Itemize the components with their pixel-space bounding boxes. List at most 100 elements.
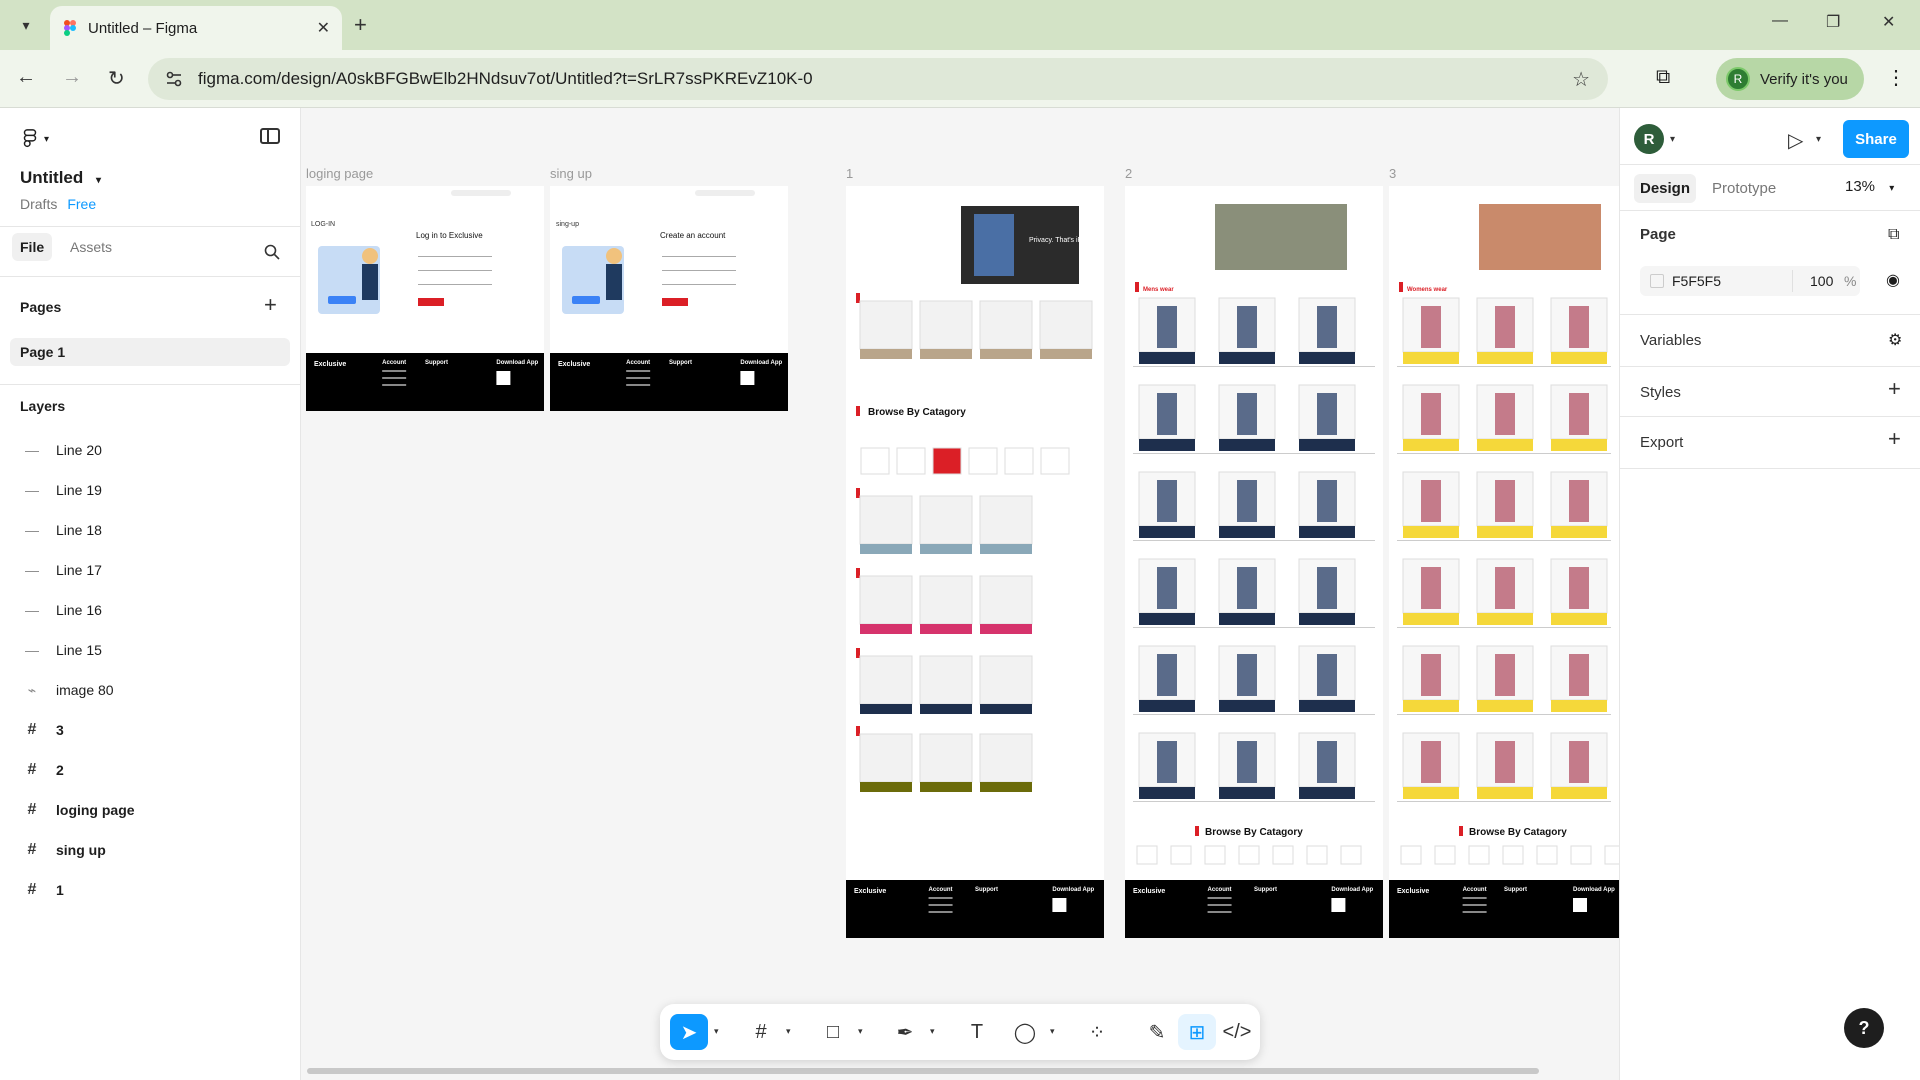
visibility-eye-icon[interactable]: ◉ [1886,270,1900,290]
product-label-bar [1139,700,1195,712]
product-label-bar [1219,613,1275,625]
add-export-icon[interactable]: + [1888,426,1901,452]
help-button[interactable]: ? [1844,1008,1884,1048]
footer-support: Support [975,887,998,893]
add-style-icon[interactable]: + [1888,376,1901,402]
product-label-bar [1219,700,1275,712]
chevron-down-icon[interactable]: ▾ [930,1026,935,1037]
user-avatar[interactable]: R [1634,124,1664,154]
text-tool-icon[interactable]: T [958,1014,996,1050]
layer-item[interactable]: — Line 18 [20,518,280,542]
new-tab-icon[interactable]: + [354,12,367,38]
product-label-bar [980,624,1032,634]
layer-item[interactable]: — Line 20 [20,438,280,462]
color-swatch[interactable] [1650,274,1664,288]
horizontal-scrollbar[interactable] [307,1068,1539,1074]
layer-item[interactable]: — Line 19 [20,478,280,502]
layer-item[interactable]: # loging page [20,798,280,822]
tab-file[interactable]: File [12,233,53,261]
form-submit-button [418,298,444,306]
back-icon[interactable]: ← [16,66,36,89]
footer-link [626,370,651,372]
share-button[interactable]: Share [1843,120,1909,158]
layer-name: 3 [56,722,64,738]
pen-tool-icon[interactable]: ✒ [886,1014,924,1050]
layer-item[interactable]: #3 [20,718,280,742]
comment-tool-icon[interactable]: ◯ [1006,1014,1044,1050]
page-item-page-1[interactable]: Page 1 [10,338,290,366]
variables-settings-icon[interactable]: ⚙ [1888,330,1902,350]
dev-mode-icon[interactable]: </> [1218,1014,1256,1050]
toggle-panel-icon[interactable] [260,128,280,144]
product-label-bar [860,704,912,714]
move-tool-icon[interactable]: ➤ [670,1014,708,1050]
canvas-artwork: loging page Exclusive Account Support Downlo… [306,166,1619,938]
tab-design[interactable]: Design [1634,174,1697,203]
actions-tool-icon[interactable]: ⁘ [1078,1014,1116,1050]
restore-icon[interactable]: ❐ [1826,12,1840,32]
frame-label: 2 [1125,166,1132,181]
frame-tool-icon[interactable]: # [742,1014,780,1050]
zoom-level[interactable]: 13% ▾ [1845,178,1894,195]
form-submit-button [662,298,688,306]
styles-section[interactable]: Styles [1640,384,1681,401]
rectangle-tool-icon[interactable]: □ [814,1014,852,1050]
forward-icon[interactable]: → [62,66,82,89]
draw-mode-icon[interactable]: ✎ [1138,1014,1176,1050]
chevron-down-icon[interactable]: ▾ [786,1026,791,1037]
drafts-label[interactable]: Drafts [20,196,57,212]
page-section-title: Page [1640,226,1676,243]
footer-brand: Exclusive [314,361,346,368]
close-window-icon[interactable]: ✕ [1882,12,1895,32]
layer-item[interactable]: #2 [20,758,280,782]
page-opacity-value[interactable]: 100 [1810,273,1833,289]
verify-profile-button[interactable]: R Verify it's you [1716,58,1864,100]
export-section[interactable]: Export [1640,434,1683,451]
layer-item[interactable]: #1 [20,878,280,902]
layer-item[interactable]: ⌁ image 80 [20,678,280,702]
chevron-down-icon[interactable]: ▾ [1050,1026,1055,1037]
chevron-down-icon[interactable]: ▾ [714,1026,719,1037]
reload-icon[interactable]: ↻ [108,66,125,91]
layer-item[interactable]: — Line 16 [20,598,280,622]
address-bar[interactable]: figma.com/design/A0skBFGBwElb2HNdsuv7ot/… [148,58,1608,100]
design-canvas[interactable]: loging page Exclusive Account Support Downlo… [301,108,1619,1080]
add-page-icon[interactable]: + [264,292,277,318]
bookmark-star-icon[interactable]: ☆ [1572,67,1590,92]
browser-tab[interactable]: Untitled – Figma ✕ [50,6,342,50]
section-marker [1135,282,1139,292]
design-mode-icon[interactable]: ⊞ [1178,1014,1216,1050]
product-label-bar [1403,526,1459,538]
layer-item[interactable]: # sing up [20,838,280,862]
browser-menu-icon[interactable]: ⋮ [1886,65,1906,90]
page-color-field[interactable]: F5F5F5 100 % [1640,266,1860,296]
layer-item[interactable]: — Line 15 [20,638,280,662]
search-icon[interactable] [264,244,280,260]
layer-name: loging page [56,802,135,818]
chevron-down-icon[interactable]: ▾ [858,1026,863,1037]
product-figure [1421,567,1441,609]
close-tab-icon[interactable]: ✕ [317,18,330,38]
extensions-icon[interactable]: ⧉ [1656,66,1670,89]
tab-prototype[interactable]: Prototype [1706,174,1782,203]
local-styles-icon[interactable]: ⧉ [1888,226,1899,244]
product-label-bar [1403,787,1459,799]
variables-section[interactable]: Variables [1640,332,1701,349]
plan-badge[interactable]: Free [67,196,96,212]
file-title[interactable]: Untitled ▾ [20,168,101,188]
chevron-down-icon[interactable]: ▾ [1816,134,1821,145]
page-color-hex[interactable]: F5F5F5 [1672,273,1721,289]
site-info-icon[interactable] [164,69,184,89]
section-marker [1399,282,1403,292]
minimize-icon[interactable]: — [1772,12,1788,30]
chevron-down-icon[interactable]: ▾ [44,134,49,145]
present-play-icon[interactable]: ▷ [1788,128,1803,153]
layer-item[interactable]: — Line 17 [20,558,280,582]
tab-assets[interactable]: Assets [62,233,120,261]
figma-menu-icon[interactable] [20,128,40,150]
footer-link [928,904,953,906]
divider [1620,416,1920,417]
tab-search-button[interactable]: ▾ [8,10,44,40]
pages-title: Pages [20,299,62,315]
chevron-down-icon[interactable]: ▾ [1670,134,1675,145]
